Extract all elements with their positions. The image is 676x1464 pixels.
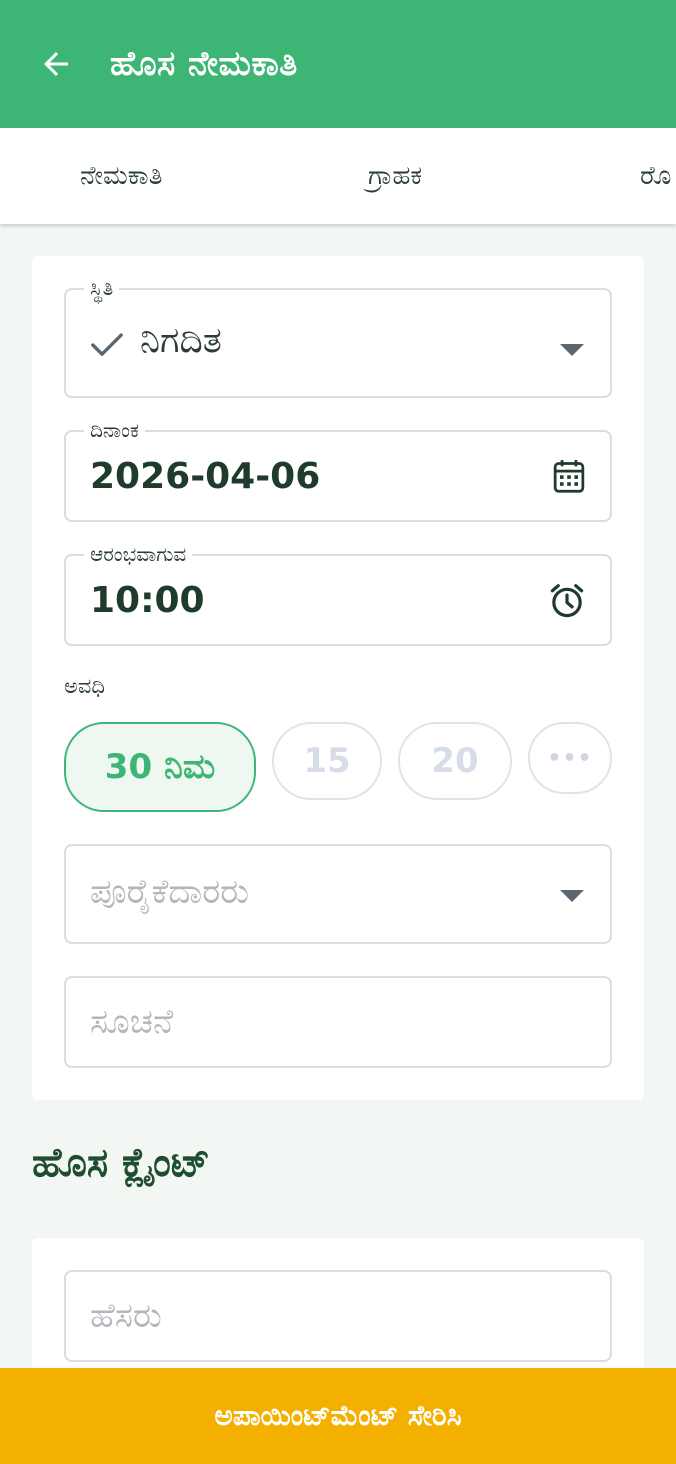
check-icon	[91, 333, 123, 356]
client-name-placeholder: ಹೆಸರು	[90, 1296, 162, 1336]
supplier-select[interactable]: ಪೂರೈಕೆದಾರರು	[64, 844, 612, 944]
tab-appointment[interactable]: ನೇಮಕಾತಿ	[80, 128, 162, 224]
duration-label: ಅವಧಿ	[64, 674, 105, 698]
status-select[interactable]: ಸ್ಥಿತಿ ನಿಗದಿತ	[64, 276, 612, 398]
tab-third[interactable]: ರೊ	[640, 128, 671, 224]
date-field[interactable]: ದಿನಾಂಕ 2026-04-06	[64, 418, 612, 522]
chevron-down-icon	[560, 344, 584, 356]
alarm-clock-icon[interactable]	[548, 582, 586, 620]
duration-chip-30[interactable]: 30 ನಿಮ	[64, 722, 256, 812]
appointment-card: ಸ್ಥಿತಿ ನಿಗದಿತ ದಿನಾಂಕ 2026-04-06 ಆರಂಭವಾಗು…	[32, 256, 644, 1100]
chevron-down-icon	[560, 890, 584, 902]
start-time-label: ಆರಂಭವಾಗುವ	[84, 542, 193, 566]
calendar-icon[interactable]	[552, 458, 586, 494]
add-appointment-button[interactable]: ಅಪಾಯಿಂಟ್‌ಮೆಂಟ್ ಸೇರಿಸಿ	[0, 1368, 676, 1464]
tab-bar: ನೇಮಕಾತಿ ಗ್ರಾಹಕ ರೊ	[0, 128, 676, 224]
date-value: 2026-04-06	[90, 456, 321, 497]
new-client-title: ಹೊಸ ಕ್ಲೈಂಟ್	[32, 1140, 210, 1186]
duration-more-button[interactable]: •••	[528, 722, 612, 794]
supplier-placeholder: ಪೂರೈಕೆದಾರರು	[90, 872, 250, 912]
client-name-input[interactable]: ಹೆಸರು	[64, 1270, 612, 1362]
note-input[interactable]: ಸೂಚನೆ	[64, 976, 612, 1068]
start-time-value: 10:00	[90, 580, 205, 621]
status-label: ಸ್ಥಿತಿ	[84, 276, 120, 300]
duration-chip-20[interactable]: 20	[398, 722, 512, 800]
status-value: ನಿಗದಿತ	[140, 320, 222, 361]
page-title: ಹೊಸ ನೇಮಕಾತಿ	[110, 44, 298, 84]
tab-customer[interactable]: ಗ್ರಾಹಕ	[368, 128, 422, 224]
duration-chip-15[interactable]: 15	[272, 722, 382, 800]
note-placeholder: ಸೂಚನೆ	[90, 1002, 174, 1042]
back-button[interactable]	[36, 44, 76, 84]
app-bar: ಹೊಸ ನೇಮಕಾತಿ	[0, 0, 676, 128]
start-time-field[interactable]: ಆರಂಭವಾಗುವ 10:00	[64, 542, 612, 646]
date-label: ದಿನಾಂಕ	[84, 418, 145, 442]
arrow-left-icon	[44, 52, 68, 76]
